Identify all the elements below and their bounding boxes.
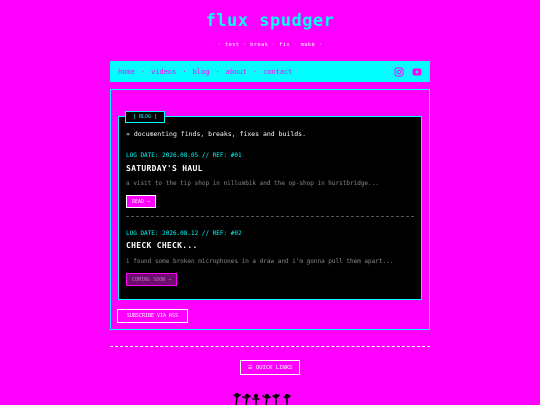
- post-title[interactable]: SATURDAY'S HAUL: [126, 164, 203, 173]
- coming-soon-button: COMING SOON →: [126, 273, 178, 286]
- page-divider: [110, 346, 430, 347]
- youtube-icon[interactable]: [412, 67, 422, 77]
- site-tagline: · test · break · fix · make ·: [217, 42, 323, 48]
- instagram-icon[interactable]: [394, 67, 404, 77]
- post-excerpt: a visit to the tip shop in nillumbik and…: [126, 180, 379, 187]
- nav-separator: ·: [215, 67, 220, 76]
- nav-separator: ·: [182, 67, 187, 76]
- nav-item-videos[interactable]: videos: [151, 68, 176, 76]
- nav-item-about[interactable]: about: [226, 68, 247, 76]
- main-nav: home · videos · blog · about · contact: [110, 61, 430, 82]
- read-post-button[interactable]: READ →: [126, 195, 157, 208]
- post-excerpt: i found some broken microphones in a dra…: [126, 258, 394, 265]
- quick-links-button[interactable]: ☰ QUICK LINKS: [240, 360, 300, 375]
- dancing-figures-art: [233, 393, 291, 405]
- nav-item-blog[interactable]: blog: [193, 68, 210, 76]
- post-date: LOG DATE: 2026.08.12 // REF: #02: [126, 230, 242, 237]
- blog-intro: » documenting finds, breaks, fixes and b…: [126, 130, 307, 138]
- nav-item-home[interactable]: home: [118, 68, 135, 76]
- nav-separator: ·: [140, 67, 146, 76]
- social-icons: [394, 67, 422, 77]
- nav-separator: ·: [252, 67, 257, 76]
- rss-subscribe-button[interactable]: SUBSCRIBE VIA RSS: [117, 309, 188, 323]
- post-divider: [126, 216, 414, 217]
- nav-item-contact[interactable]: contact: [263, 68, 293, 76]
- blog-tag: [ BLOG ]: [125, 111, 165, 123]
- post-title[interactable]: CHECK CHECK...: [126, 241, 198, 250]
- post-date: LOG DATE: 2026.08.05 // REF: #01: [126, 152, 242, 159]
- site-title: flux spudger: [205, 11, 335, 31]
